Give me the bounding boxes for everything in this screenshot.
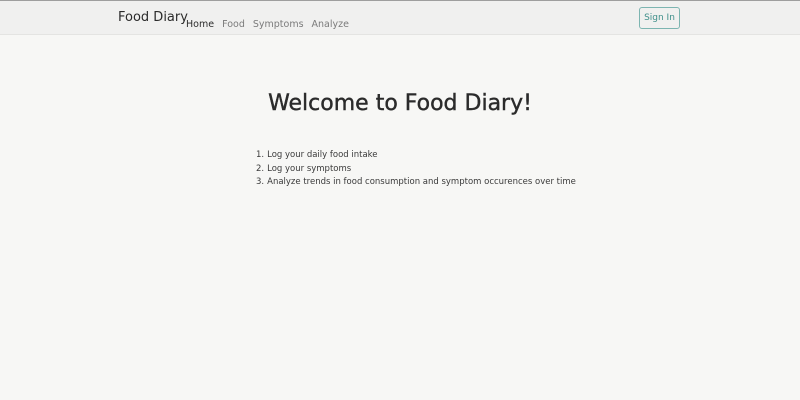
page-title: Welcome to Food Diary! <box>268 91 532 116</box>
steps-list: 1. Log your daily food intake 2. Log your … <box>256 149 576 190</box>
nav-link-analyze[interactable]: Analyze <box>312 19 349 30</box>
nav-link-home[interactable]: Home <box>186 19 214 30</box>
sign-in-button[interactable]: Sign In <box>639 7 680 29</box>
step-number: 2. <box>256 163 265 174</box>
step-text: Analyze trends in food consumption and s… <box>267 177 576 187</box>
step-text: Log your daily food intake <box>267 150 378 160</box>
step-item-analyze-trends: 3. Analyze trends in food consumption and… <box>256 176 576 190</box>
navbar: Food Diary Home Food Symptoms Analyze Si… <box>0 0 800 35</box>
nav-link-food[interactable]: Food <box>222 19 245 30</box>
step-item-log-food: 1. Log your daily food intake <box>256 149 576 163</box>
main-navigation: Home Food Symptoms Analyze <box>186 12 349 31</box>
step-item-log-symptoms: 2. Log your symptoms <box>256 163 576 177</box>
nav-item-home: Home <box>186 12 214 31</box>
step-text: Log your symptoms <box>267 163 352 174</box>
step-number: 3. <box>256 177 265 187</box>
step-number: 1. <box>256 150 265 160</box>
nav-item-food: Food <box>222 12 245 31</box>
nav-item-analyze: Analyze <box>312 12 349 31</box>
nav-link-symptoms[interactable]: Symptoms <box>253 19 304 30</box>
main-content: Welcome to Food Diary! 1. Log your daily … <box>0 35 800 400</box>
nav-item-symptoms: Symptoms <box>253 12 304 31</box>
brand-link[interactable]: Food Diary <box>118 10 188 25</box>
